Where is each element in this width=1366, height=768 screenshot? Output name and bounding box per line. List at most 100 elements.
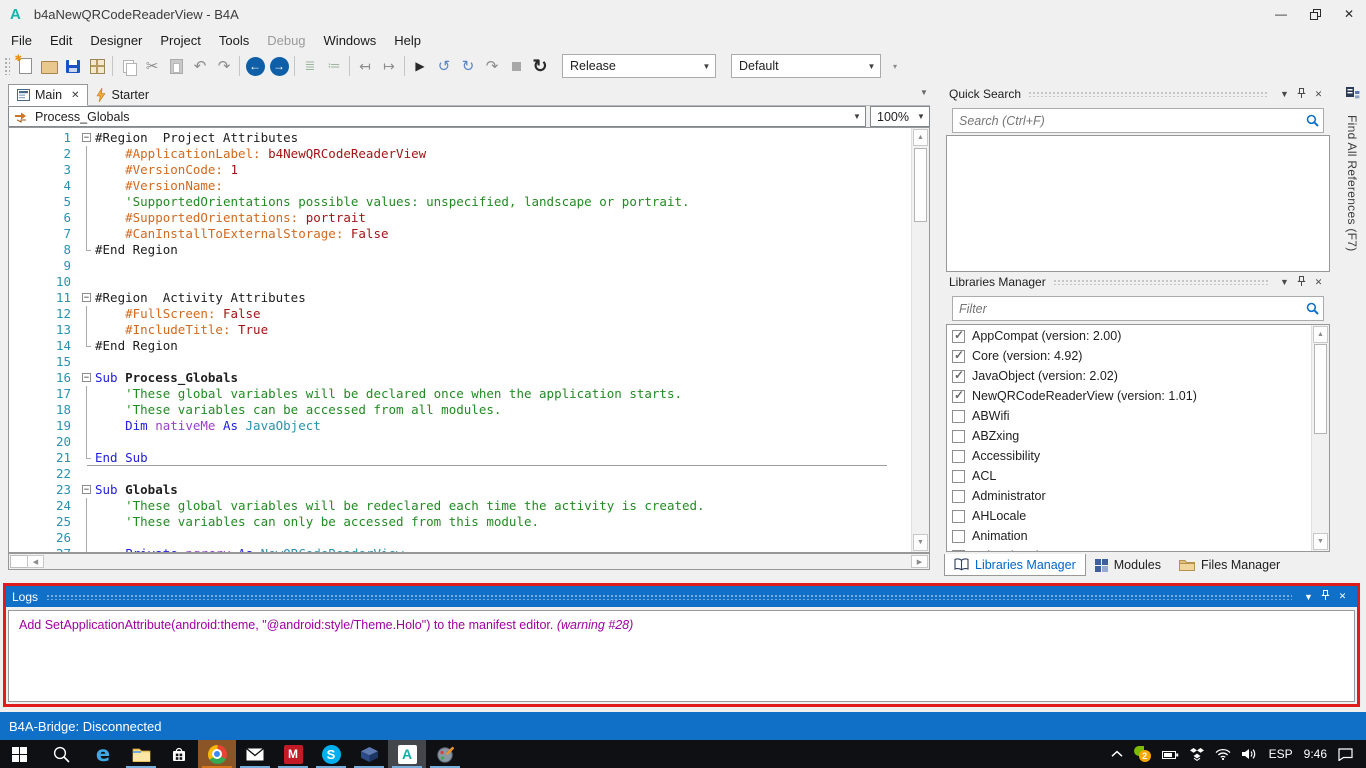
resume-icon[interactable]: ↻ <box>456 54 480 78</box>
library-checkbox[interactable] <box>952 370 965 383</box>
line-number[interactable]: 14 <box>9 338 80 354</box>
toolbar-overflow-icon[interactable]: ▾ <box>893 62 897 71</box>
undo-icon[interactable]: ↶ <box>188 54 212 78</box>
library-item[interactable]: AHLocale <box>947 506 1312 526</box>
taskbar-designer[interactable] <box>426 740 464 768</box>
toolbar-grip[interactable] <box>4 57 10 75</box>
line-number[interactable]: 20 <box>9 434 80 450</box>
code-text[interactable]: #End Region <box>95 338 178 354</box>
new-file-icon[interactable]: ✱ <box>13 54 37 78</box>
library-filter-input[interactable] <box>953 301 1301 317</box>
outdent-icon[interactable]: ↤ <box>353 54 377 78</box>
menu-tools[interactable]: Tools <box>210 33 258 48</box>
tray-chevron-up-icon[interactable] <box>1111 750 1123 758</box>
layout-configuration-select[interactable]: Default ▼ <box>731 54 881 78</box>
library-item[interactable]: Accessibility <box>947 446 1312 466</box>
restore-button[interactable] <box>1298 0 1332 28</box>
minimize-button[interactable]: — <box>1264 0 1298 28</box>
comment-icon[interactable]: ≣ <box>298 54 322 78</box>
code-text[interactable]: #IncludeTitle: True <box>95 322 268 338</box>
close-icon[interactable]: ✕ <box>1334 591 1351 602</box>
fold-toggle-icon[interactable]: − <box>82 373 91 382</box>
code-editor[interactable]: 1 − #Region Project Attributes 2 #Applic… <box>8 127 930 553</box>
dock-tab-modules[interactable]: Modules <box>1086 554 1170 576</box>
line-number[interactable]: 9 <box>9 258 80 274</box>
library-checkbox[interactable] <box>952 330 965 343</box>
library-checkbox[interactable] <box>952 410 965 423</box>
libraries-scrollbar[interactable]: ▲ ▼ <box>1311 325 1329 551</box>
tab-main[interactable]: Main ✕ <box>8 84 88 106</box>
close-tab-icon[interactable]: ✕ <box>71 90 79 101</box>
tab-list-chevron-icon[interactable]: ▼ <box>920 88 928 97</box>
line-number[interactable]: 24 <box>9 498 80 514</box>
start-button[interactable] <box>0 740 38 768</box>
menu-project[interactable]: Project <box>151 33 209 48</box>
line-number[interactable]: 21 <box>9 450 80 466</box>
line-number[interactable]: 5 <box>9 194 80 210</box>
taskbar-search-button[interactable] <box>38 740 84 768</box>
close-button[interactable]: ✕ <box>1332 0 1366 28</box>
volume-icon[interactable] <box>1242 748 1258 760</box>
stop-icon[interactable] <box>504 54 528 78</box>
search-icon[interactable] <box>1301 302 1323 315</box>
library-checkbox[interactable] <box>952 430 965 443</box>
line-number[interactable]: 2 <box>9 146 80 162</box>
editor-zoom-select[interactable]: 100% ▼ <box>870 106 930 127</box>
chevron-down-icon[interactable]: ▼ <box>1276 277 1293 287</box>
find-all-references-tab[interactable]: Find All References (F7) <box>1338 86 1366 386</box>
line-number[interactable]: 11 <box>9 290 80 306</box>
clock[interactable]: 9:46 <box>1304 747 1327 761</box>
library-checkbox[interactable] <box>952 470 965 483</box>
line-number[interactable]: 8 <box>9 242 80 258</box>
chevron-down-icon[interactable]: ▼ <box>1276 89 1293 99</box>
package-icon[interactable] <box>85 54 109 78</box>
taskbar-m-app[interactable]: M <box>274 740 312 768</box>
line-number[interactable]: 4 <box>9 178 80 194</box>
line-number[interactable]: 23 <box>9 482 80 498</box>
taskbar-virtualbox[interactable] <box>350 740 388 768</box>
cut-icon[interactable]: ✂ <box>140 54 164 78</box>
code-text[interactable]: 'SupportedOrientations possible values: … <box>95 194 690 210</box>
line-number[interactable]: 22 <box>9 466 80 482</box>
library-checkbox[interactable] <box>952 390 965 403</box>
scrollbar-thumb[interactable] <box>1314 344 1327 434</box>
fold-toggle-icon[interactable]: − <box>82 293 91 302</box>
library-item[interactable]: JavaObject (version: 2.02) <box>947 366 1312 386</box>
rebuild-icon[interactable]: ↻ <box>528 54 552 78</box>
line-number[interactable]: 10 <box>9 274 80 290</box>
step-icon[interactable]: ↷ <box>480 54 504 78</box>
library-checkbox[interactable] <box>952 350 965 363</box>
line-number[interactable]: 6 <box>9 210 80 226</box>
chevron-down-icon[interactable]: ▼ <box>1300 592 1317 602</box>
taskbar-mail[interactable] <box>236 740 274 768</box>
code-text[interactable]: 'These variables can only be accessed fr… <box>95 514 539 530</box>
code-text[interactable]: 'These global variables will be redeclar… <box>95 498 705 514</box>
code-text[interactable]: #Region Project Attributes <box>95 130 298 146</box>
code-text[interactable]: Private nqrcrv As NewQRCodeReaderView <box>95 546 404 552</box>
wifi-icon[interactable] <box>1215 748 1231 760</box>
library-item[interactable]: ACL <box>947 466 1312 486</box>
scroll-up-icon[interactable]: ▲ <box>1313 326 1328 343</box>
search-icon[interactable] <box>1301 114 1323 127</box>
quick-search-box[interactable] <box>952 108 1324 133</box>
sub-navigator-select[interactable]: Process_Globals ▼ <box>8 106 866 127</box>
taskbar-explorer[interactable] <box>122 740 160 768</box>
menu-designer[interactable]: Designer <box>81 33 151 48</box>
code-text[interactable]: Sub Process_Globals <box>95 370 238 386</box>
close-icon[interactable]: ✕ <box>1310 277 1327 288</box>
code-text[interactable]: #End Region <box>95 242 178 258</box>
taskbar-store[interactable] <box>160 740 198 768</box>
library-item[interactable]: AppCompat (version: 2.00) <box>947 326 1312 346</box>
code-text[interactable]: #VersionCode: 1 <box>95 162 238 178</box>
scrollbar-thumb[interactable] <box>914 148 927 222</box>
dropbox-icon[interactable] <box>1190 748 1204 761</box>
tab-starter[interactable]: Starter <box>88 85 157 105</box>
code-text[interactable]: #ApplicationLabel: b4NewQRCodeReaderView <box>95 146 426 162</box>
library-item[interactable]: Administrator <box>947 486 1312 506</box>
scroll-down-icon[interactable]: ▼ <box>1313 533 1328 550</box>
code-text[interactable]: 'These global variables will be declared… <box>95 386 682 402</box>
line-number[interactable]: 25 <box>9 514 80 530</box>
code-text[interactable]: #VersionName: <box>95 178 230 194</box>
fold-toggle-icon[interactable]: − <box>82 133 91 142</box>
pin-icon[interactable] <box>1317 590 1334 603</box>
